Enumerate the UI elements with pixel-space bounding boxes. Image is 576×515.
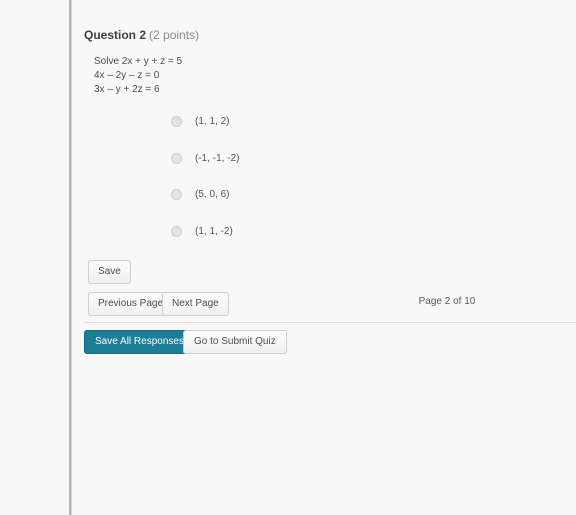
equation-line-2: 4x – 2y – z = 0 [94,70,160,81]
radio-button-icon[interactable] [171,225,182,237]
save-button[interactable]: Save [88,260,131,284]
page-indicator: Page 2 of 10 [418,296,476,307]
pagination-row: Previous Page Next Page Page 2 of 10 [72,292,576,316]
quiz-content-column: Question 2 (2 points) Solve 2x + y + z = … [72,0,576,515]
answer-option-2[interactable]: (-1, -1, -2) [72,149,576,186]
question-prompt: Solve 2x + y + z = 5 4x – 2y – z = 0 3x … [94,55,182,97]
left-gutter [0,0,69,515]
answer-option-3[interactable]: (5, 0, 6) [72,185,576,222]
save-all-responses-button[interactable]: Save All Responses [84,330,195,354]
question-header: Question 2 (2 points) [84,28,199,43]
radio-button-icon[interactable] [171,189,182,200]
question-title: Question 2 [84,28,147,42]
radio-button-icon[interactable] [171,116,182,127]
quiz-page: Question 2 (2 points) Solve 2x + y + z = … [0,0,576,515]
go-to-submit-quiz-button[interactable]: Go to Submit Quiz [183,330,287,354]
footer-divider [84,322,576,323]
footer-actions: Save All Responses Go to Submit Quiz [72,330,576,354]
next-page-button[interactable]: Next Page [162,292,229,316]
answer-option-label: (1, 1, -2) [195,225,233,237]
equation-line-3: 3x – y + 2z = 6 [94,84,160,95]
answer-option-label: (5, 0, 6) [195,189,230,200]
answer-option-1[interactable]: (1, 1, 2) [72,112,576,149]
previous-page-button[interactable]: Previous Page [88,292,174,316]
answer-options: (1, 1, 2) (-1, -1, -2) (5, 0, 6) (1, 1, … [72,112,576,258]
equation-line-1: Solve 2x + y + z = 5 [94,56,183,67]
answer-option-label: (-1, -1, -2) [195,152,240,164]
answer-option-label: (1, 1, 2) [195,116,230,127]
question-points: (2 points) [149,28,200,42]
answer-option-4[interactable]: (1, 1, -2) [72,222,576,259]
radio-button-icon[interactable] [171,152,182,164]
